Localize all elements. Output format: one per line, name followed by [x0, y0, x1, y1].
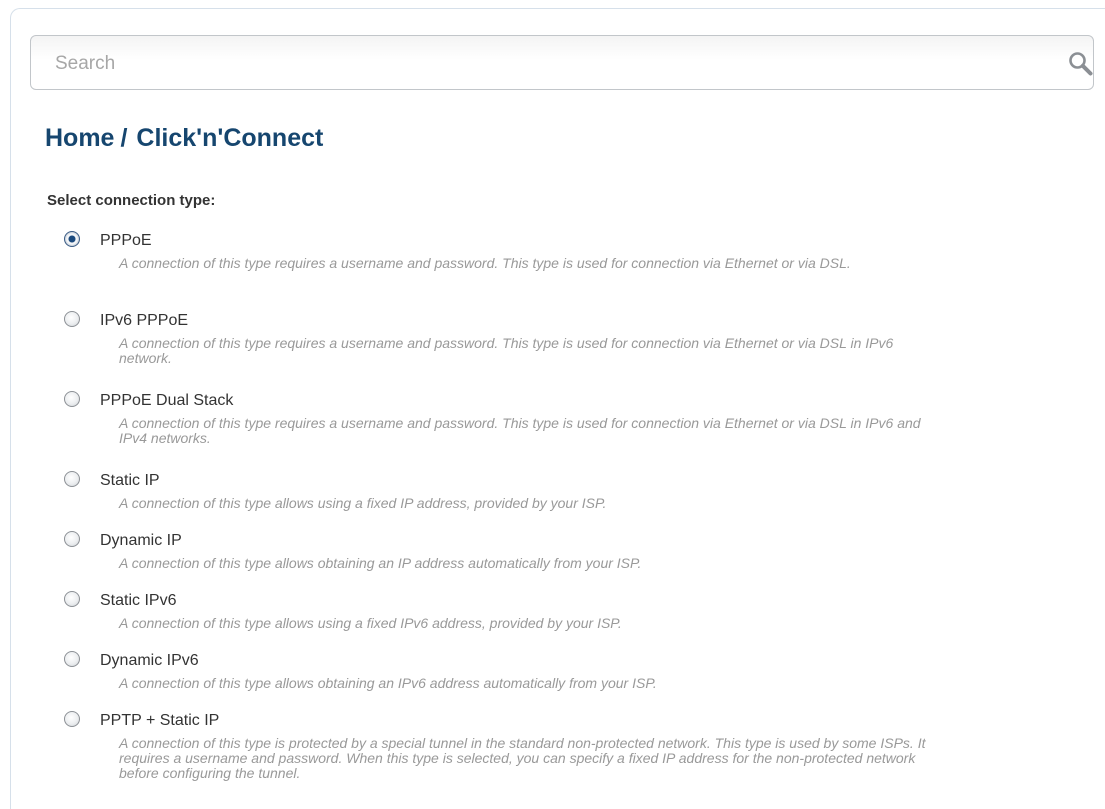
option-label[interactable]: Dynamic IP — [100, 528, 960, 550]
search-box[interactable] — [30, 35, 1094, 90]
option-ipv6-pppoe[interactable]: IPv6 PPPoE A connection of this type req… — [60, 308, 960, 388]
option-static-ipv6[interactable]: Static IPv6 A connection of this type al… — [60, 588, 960, 648]
radio-button[interactable] — [64, 591, 80, 607]
option-pppoe[interactable]: PPPoE A connection of this type requires… — [60, 228, 960, 308]
option-pptp-static-ip[interactable]: PPTP + Static IP A connection of this ty… — [60, 708, 960, 808]
breadcrumb-home-link[interactable]: Home — [45, 124, 114, 152]
option-label[interactable]: PPTP + Static IP — [100, 708, 960, 730]
option-description: A connection of this type requires a use… — [119, 255, 851, 271]
option-description: A connection of this type requires a use… — [119, 335, 894, 366]
connection-type-list: PPPoE A connection of this type requires… — [60, 228, 960, 808]
option-description: A connection of this type is protected b… — [119, 735, 926, 781]
option-label[interactable]: Dynamic IPv6 — [100, 648, 960, 670]
option-pppoe-dual-stack[interactable]: PPPoE Dual Stack A connection of this ty… — [60, 388, 960, 468]
option-label[interactable]: Static IP — [100, 468, 960, 490]
radio-button[interactable] — [64, 231, 80, 247]
radio-button[interactable] — [64, 311, 80, 327]
option-dynamic-ipv6[interactable]: Dynamic IPv6 A connection of this type a… — [60, 648, 960, 708]
page-title: Click'n'Connect — [136, 124, 324, 152]
radio-button[interactable] — [64, 711, 80, 727]
option-label[interactable]: Static IPv6 — [100, 588, 960, 610]
option-description: A connection of this type allows using a… — [119, 615, 622, 631]
option-label[interactable]: PPPoE — [100, 228, 960, 250]
search-input[interactable] — [53, 46, 1037, 82]
breadcrumb-separator: / — [120, 124, 128, 152]
connection-type-prompt: Select connection type: — [47, 192, 216, 209]
breadcrumb: Home / Click'n'Connect — [45, 124, 323, 153]
option-static-ip[interactable]: Static IP A connection of this type allo… — [60, 468, 960, 528]
radio-button[interactable] — [64, 391, 80, 407]
radio-button[interactable] — [64, 651, 80, 667]
radio-button[interactable] — [64, 531, 80, 547]
option-label[interactable]: PPPoE Dual Stack — [100, 388, 960, 410]
option-label[interactable]: IPv6 PPPoE — [100, 308, 960, 330]
radio-button[interactable] — [64, 471, 80, 487]
option-dynamic-ip[interactable]: Dynamic IP A connection of this type all… — [60, 528, 960, 588]
option-description: A connection of this type allows obtaini… — [119, 555, 642, 571]
option-description: A connection of this type allows obtaini… — [119, 675, 657, 691]
search-icon[interactable] — [1067, 50, 1095, 78]
option-description: A connection of this type allows using a… — [119, 495, 607, 511]
option-description: A connection of this type requires a use… — [119, 415, 921, 446]
